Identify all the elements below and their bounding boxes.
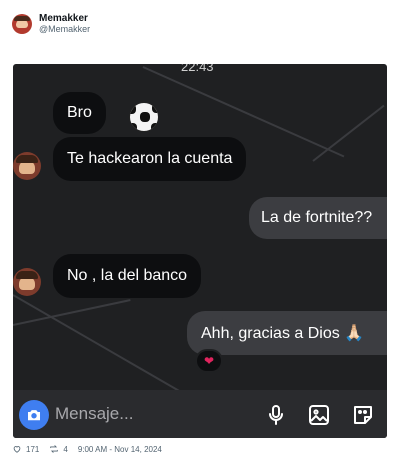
message-bubble-outgoing[interactable]: La de fortnite?? — [249, 197, 387, 239]
message-text: Te hackearon la cuenta — [67, 150, 233, 167]
camera-button[interactable] — [19, 400, 49, 430]
status-clock: 22:43 — [181, 64, 214, 74]
user-avatar[interactable] — [12, 14, 32, 34]
background-line — [312, 104, 385, 162]
sender-avatar[interactable] — [13, 268, 41, 296]
message-input[interactable]: Mensaje... — [55, 404, 133, 424]
heart-reaction-icon: ❤ — [203, 354, 215, 368]
soccer-ball-icon — [129, 102, 159, 132]
microphone-icon — [269, 405, 283, 425]
message-text: Bro — [67, 104, 92, 121]
message-composer: Mensaje... — [13, 390, 387, 438]
repost-icon[interactable] — [49, 444, 59, 454]
like-count: 171 — [26, 444, 40, 454]
user-handle[interactable]: @Memakker — [39, 24, 90, 35]
gallery-button[interactable] — [306, 402, 332, 428]
sticker-button[interactable] — [350, 402, 376, 428]
message-text: No , la del banco — [67, 267, 188, 284]
display-name[interactable]: Memakker — [39, 13, 90, 24]
message-text: La de fortnite?? — [261, 209, 373, 226]
message-bubble-outgoing[interactable]: Ahh, gracias a Dios 🙏🏻 — [187, 311, 387, 355]
microphone-button[interactable] — [263, 402, 289, 428]
chat-screenshot-image[interactable]: 22:43 Bro Te hackearon la cuenta La de f… — [13, 64, 387, 438]
image-icon — [309, 405, 329, 425]
reaction-badge[interactable]: ❤ — [195, 349, 223, 373]
camera-icon — [28, 410, 40, 421]
message-bubble-incoming[interactable]: Te hackearon la cuenta — [53, 137, 247, 181]
background-line — [13, 294, 187, 396]
message-bubble-incoming[interactable]: Bro — [53, 92, 106, 134]
post-timestamp: 9:00 AM - Nov 14, 2024 — [77, 444, 162, 454]
message-bubble-incoming[interactable]: No , la del banco — [53, 254, 202, 298]
heart-outline-icon[interactable] — [12, 444, 22, 454]
sender-avatar[interactable] — [13, 152, 41, 180]
post-header: Memakker @Memakker — [12, 10, 90, 38]
repost-count: 4 — [63, 444, 68, 454]
post-footer: 171 4 9:00 AM - Nov 14, 2024 — [12, 444, 162, 454]
user-names: Memakker @Memakker — [39, 13, 90, 35]
message-text: Ahh, gracias a Dios 🙏🏻 — [201, 325, 365, 342]
sticker-icon — [354, 406, 372, 424]
